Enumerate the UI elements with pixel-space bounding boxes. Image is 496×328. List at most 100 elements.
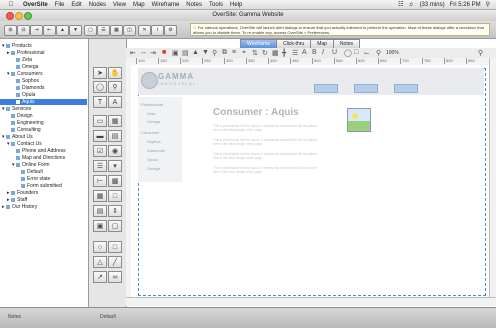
add-node-icon[interactable]: ⊞ xyxy=(4,25,17,36)
horizontal-scrollbar[interactable] xyxy=(126,297,496,306)
wireframe-nav-button[interactable] xyxy=(394,84,418,93)
zoom-level[interactable]: 100% xyxy=(386,50,399,56)
move-down-icon[interactable]: ▼ xyxy=(69,25,82,36)
duplicate-icon[interactable]: ⧉ xyxy=(222,49,227,57)
rect-shape-icon[interactable]: □ xyxy=(354,49,358,56)
indent-icon[interactable]: ⇥ xyxy=(30,25,43,36)
sidebar-item[interactable]: ▾ Services xyxy=(0,106,87,112)
hand-tool-icon[interactable]: ✋ xyxy=(108,67,122,79)
browser-tool-icon[interactable]: ▤ xyxy=(93,205,107,217)
sidebar-item[interactable]: ▾ Online Form xyxy=(0,162,87,168)
field-tool-icon[interactable]: ▬ xyxy=(93,130,107,142)
guides-icon[interactable]: ╋ xyxy=(282,49,286,57)
menu-help[interactable]: Help xyxy=(230,2,242,8)
ellipse-tool-icon[interactable]: ◯ xyxy=(93,81,107,93)
menu-tools[interactable]: Tools xyxy=(209,2,223,8)
wireframe-nav-button[interactable] xyxy=(354,84,378,93)
spotlight-icon[interactable]: ⚲ xyxy=(486,1,490,8)
tab-tool-icon[interactable]: ▩ xyxy=(108,175,122,187)
add-child-icon[interactable]: ⊟ xyxy=(17,25,30,36)
checkbox-tool-icon[interactable]: ☑ xyxy=(93,145,107,157)
window-tool-icon[interactable]: ▣ xyxy=(93,220,107,232)
circle-tool-icon[interactable]: ○ xyxy=(93,241,107,253)
sidebar-item[interactable]: Phone and Address xyxy=(0,148,87,154)
send-back-icon[interactable]: ▼ xyxy=(202,49,209,56)
close-window-icon[interactable] xyxy=(6,12,14,20)
sidebar-item[interactable]: ▸ Our History xyxy=(0,204,87,210)
vertical-scrollbar[interactable] xyxy=(489,58,496,297)
battery-label[interactable]: (33 mins) xyxy=(420,2,445,8)
ellipse-shape-icon[interactable]: ◯ xyxy=(344,49,352,57)
sidebar-item[interactable]: Design xyxy=(0,113,87,119)
menu-edit[interactable]: Edit xyxy=(71,2,81,8)
minimize-window-icon[interactable] xyxy=(15,12,23,20)
apple-menu-icon[interactable]:  xyxy=(6,1,16,8)
lock-icon[interactable]: ⚲ xyxy=(212,49,217,57)
bold-icon[interactable]: B xyxy=(312,49,317,56)
sidebar-item[interactable]: ▾ Products xyxy=(0,43,87,49)
distribute-icon[interactable]: ≡ xyxy=(232,49,236,56)
menu-map[interactable]: Map xyxy=(133,2,145,8)
sidebar-item[interactable]: Form submitted xyxy=(0,183,87,189)
sidebar-item[interactable]: ▸ Staff xyxy=(0,197,87,203)
list-icon[interactable]: ☰ xyxy=(97,25,110,36)
scroll-tool-icon[interactable]: ⇕ xyxy=(108,205,122,217)
page-icon[interactable]: ▢ xyxy=(84,25,97,36)
list-tool-icon[interactable]: ☰ xyxy=(93,160,107,172)
app-menu[interactable]: OverSite xyxy=(23,2,48,8)
textarea-tool-icon[interactable]: ▤ xyxy=(108,130,122,142)
dialog-tool-icon[interactable]: ▢ xyxy=(108,220,122,232)
sidebar-item[interactable]: Engineering xyxy=(0,120,87,126)
wireframe-nav-button[interactable] xyxy=(314,84,338,93)
text-size-icon[interactable]: A xyxy=(302,49,307,56)
wifi-icon[interactable]: ☷ xyxy=(398,1,403,8)
sidebar-item[interactable]: ▾ Contact Us xyxy=(0,141,87,147)
ungroup-icon[interactable]: ▤ xyxy=(182,49,189,57)
link-tool-icon[interactable]: ∞ xyxy=(108,271,122,283)
zoom-window-icon[interactable] xyxy=(24,12,32,20)
menu-notes[interactable]: Notes xyxy=(186,2,202,8)
italic-icon[interactable]: I xyxy=(322,49,324,56)
sidebar-item[interactable]: Omega xyxy=(0,64,87,70)
table-tool-icon[interactable]: ▦ xyxy=(93,190,107,202)
outdent-icon[interactable]: ⇤ xyxy=(43,25,56,36)
panel-tool-icon[interactable]: □ xyxy=(108,190,122,202)
sidebar-item[interactable]: Zeta xyxy=(0,57,87,63)
bring-front-icon[interactable]: ▲ xyxy=(192,49,199,56)
grid-toggle-icon[interactable]: ▦ xyxy=(272,49,279,57)
menu-wireframe[interactable]: Wireframe xyxy=(152,2,180,8)
menu-tool-icon[interactable]: ▾ xyxy=(108,160,122,172)
button-tool-icon[interactable]: ▭ xyxy=(93,115,107,127)
crop-icon[interactable]: ⌙ xyxy=(364,49,370,57)
label-tool-icon[interactable]: A xyxy=(108,96,122,108)
arrow-tool-icon[interactable]: ↗ xyxy=(93,271,107,283)
sidebar-item[interactable]: ▾ Consumers xyxy=(0,71,87,77)
sidebar-item[interactable]: Diamonds xyxy=(0,85,87,91)
zoom-icon[interactable]: ⚲ xyxy=(376,49,381,57)
wireframe-page[interactable] xyxy=(138,68,486,296)
align-right-icon[interactable]: ⇥ xyxy=(150,49,156,57)
magnify-tool-icon[interactable]: ⚲ xyxy=(108,81,122,93)
menu-view[interactable]: View xyxy=(113,2,126,8)
sidebar-item[interactable]: Error state xyxy=(0,176,87,182)
menu-nodes[interactable]: Nodes xyxy=(89,2,106,8)
rotate-icon[interactable]: ↻ xyxy=(262,49,268,57)
move-up-icon[interactable]: ▲ xyxy=(56,25,69,36)
flip-icon[interactable]: ⇅ xyxy=(252,49,258,57)
rect-tool-icon[interactable]: □ xyxy=(108,241,122,253)
clock[interactable]: Fri 5:26 PM xyxy=(450,2,481,8)
slider-tool-icon[interactable]: ⊢ xyxy=(93,175,107,187)
sidebar-item[interactable]: Sophos xyxy=(0,78,87,84)
grid-icon[interactable]: ▦ xyxy=(110,25,123,36)
image-placeholder-icon[interactable] xyxy=(347,108,371,132)
image-tool-icon[interactable]: ▦ xyxy=(108,115,122,127)
radio-tool-icon[interactable]: ◉ xyxy=(108,145,122,157)
columns-icon[interactable]: ◫ xyxy=(123,25,136,36)
sidebar-item[interactable]: Consulting xyxy=(0,127,87,133)
sidebar-item[interactable]: ▾ About Us xyxy=(0,134,87,140)
group-icon[interactable]: ▣ xyxy=(172,49,179,57)
underline-icon[interactable]: U xyxy=(332,49,337,56)
sidebar-item[interactable]: Aquis xyxy=(0,99,87,105)
line-tool-icon[interactable]: ╱ xyxy=(108,256,122,268)
triangle-tool-icon[interactable]: △ xyxy=(93,256,107,268)
